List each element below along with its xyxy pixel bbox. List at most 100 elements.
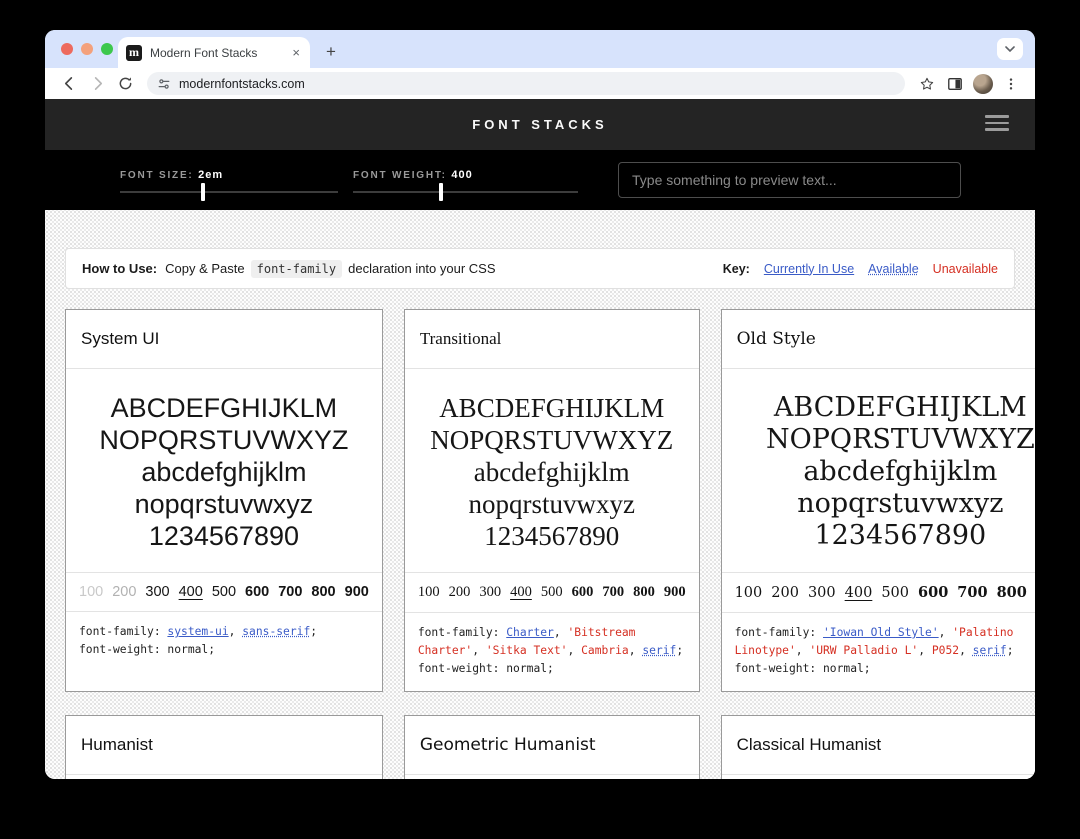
font-link-in-use[interactable]: system-ui	[167, 625, 228, 638]
css-declaration: font-family: 'Iowan Old Style', 'Palatin…	[721, 612, 1035, 691]
forward-icon	[94, 77, 102, 90]
font-weight-slider-thumb[interactable]	[438, 183, 443, 201]
key-item-unavailable[interactable]: Unavailable	[933, 262, 998, 276]
css-text: ,	[938, 626, 953, 639]
css-declaration: font-family: system-ui, sans-serif; font-…	[66, 611, 382, 672]
css-text: ,	[567, 644, 582, 658]
weight-100: 100	[734, 585, 763, 601]
how-to-use-post: declaration into your CSS	[348, 261, 496, 276]
card-title: Geometric Humanist	[404, 716, 699, 776]
font-weight-slider[interactable]	[353, 183, 578, 201]
key-item-available[interactable]: Available	[868, 262, 919, 276]
weight-500: 500	[881, 585, 910, 601]
font-cards-grid: System UI ABCDEFGHIJKLM NOPQRSTUVWXYZ abcde…	[65, 309, 1035, 779]
weight-100: 100	[417, 584, 440, 600]
css-text: ,	[795, 644, 810, 658]
font-size-slider-thumb[interactable]	[200, 183, 205, 201]
chevron-down-icon	[1005, 46, 1015, 52]
card-title: Old Style	[721, 310, 1035, 369]
weight-300: 300	[807, 585, 836, 601]
weight-400: 400	[844, 585, 873, 601]
weight-800: 800	[311, 584, 336, 600]
weight-500: 500	[540, 584, 563, 600]
font-card-old-style: Old Style ABCDEFGHIJKLM NOPQRSTUVWXYZ abcde…	[720, 309, 1035, 693]
tab-title: Modern Font Stacks	[150, 45, 258, 60]
bookmark-button[interactable]	[915, 72, 939, 96]
refresh-button[interactable]	[113, 72, 137, 96]
font-link-available[interactable]: sans-serif	[242, 625, 310, 638]
profile-button[interactable]	[971, 72, 995, 96]
back-icon	[64, 77, 72, 90]
font-size-label-text: FONT SIZE:	[120, 170, 194, 181]
close-tab-icon[interactable]: ×	[290, 45, 302, 60]
weight-scale: 100200300400500600700800900	[721, 572, 1035, 612]
refresh-icon	[119, 77, 131, 90]
font-card-transitional: Transitional ABCDEFGHIJKLM NOPQRSTUVWXYZ ab…	[403, 309, 700, 693]
minimize-window-button[interactable]	[81, 43, 93, 55]
alphabet-preview: ABCDEFGHIJKLM NOPQRSTUVWXYZ abcdefghijklm n…	[766, 392, 1035, 551]
new-tab-button[interactable]: +	[318, 39, 344, 65]
page-content: How to Use: Copy & Paste font-family dec…	[45, 210, 1035, 779]
kebab-menu-icon	[1009, 77, 1013, 90]
css-font-weight: font-weight: normal;	[417, 662, 554, 676]
font-weight-label-text: FONT WEIGHT:	[353, 170, 447, 181]
browser-window: m Modern Font Stacks × + modernfontstack…	[45, 30, 1035, 779]
font-card-geometric-humanist: Geometric Humanist	[403, 715, 700, 779]
card-title: Humanist	[66, 716, 382, 776]
how-to-use-pre: Copy & Paste	[165, 261, 245, 276]
tab-search-button[interactable]	[997, 38, 1023, 60]
font-link-available[interactable]: serif	[973, 644, 1007, 657]
css-text: font-family:	[417, 626, 507, 639]
css-text: ,	[553, 626, 568, 639]
alphabet-preview: ABCDEFGHIJKLM NOPQRSTUVWXYZ abcdefghijklm n…	[430, 393, 674, 551]
font-link-unavailable[interactable]: P052	[932, 644, 959, 657]
maximize-window-button[interactable]	[101, 43, 113, 55]
legend-key: Key: Currently In Use Available Unavailabl…	[723, 262, 998, 276]
font-link-in-use[interactable]: Charter	[506, 626, 554, 639]
key-label: Key:	[722, 261, 750, 276]
side-panel-button[interactable]	[943, 72, 967, 96]
weight-scale: 100200300400500600700800900	[404, 572, 699, 612]
font-link-available[interactable]: serif	[642, 644, 676, 657]
weight-scale: 100200300400500600700800900	[66, 572, 382, 611]
weight-900: 900	[663, 584, 686, 600]
weight-700: 700	[278, 584, 303, 600]
font-size-control: FONT SIZE: 2em	[120, 167, 338, 201]
url-toolbar: modernfontstacks.com	[45, 68, 1035, 99]
weight-400: 400	[178, 584, 203, 600]
font-card-classical-humanist: Classical Humanist	[720, 715, 1035, 779]
font-weight-value: 400	[451, 169, 473, 181]
font-size-value: 2em	[198, 169, 224, 181]
back-button[interactable]	[57, 72, 81, 96]
weight-900: 900	[344, 584, 369, 600]
key-item-in-use[interactable]: Currently In Use	[764, 262, 854, 276]
weight-500: 500	[211, 584, 237, 600]
font-link-in-use[interactable]: 'Iowan Old Style'	[823, 626, 939, 639]
browser-menu-button[interactable]	[999, 72, 1023, 96]
font-link-unavailable[interactable]: 'URW Palladio L'	[809, 644, 918, 657]
hamburger-menu-icon[interactable]	[985, 115, 1009, 131]
weight-200: 200	[112, 584, 137, 600]
font-link-unavailable[interactable]: 'Sitka Text'	[486, 644, 568, 657]
weight-800: 800	[996, 584, 1027, 601]
forward-button[interactable]	[85, 72, 109, 96]
weight-600: 600	[245, 584, 270, 600]
font-weight-control: FONT WEIGHT: 400	[353, 167, 578, 201]
font-size-slider[interactable]	[120, 183, 338, 201]
close-window-button[interactable]	[61, 43, 73, 55]
card-title: Classical Humanist	[721, 716, 1035, 776]
side-panel-icon	[948, 77, 962, 90]
css-text: font-family:	[79, 625, 168, 638]
card-title: Transitional	[404, 310, 699, 369]
browser-tab[interactable]: m Modern Font Stacks ×	[118, 37, 310, 68]
css-text: ,	[628, 644, 643, 658]
address-bar[interactable]: modernfontstacks.com	[147, 72, 905, 95]
preview-text-input[interactable]	[618, 162, 961, 198]
site-settings-icon	[158, 78, 170, 89]
weight-200: 200	[771, 585, 799, 601]
weight-800: 800	[633, 584, 655, 600]
tab-strip: m Modern Font Stacks × +	[45, 30, 1035, 68]
weight-200: 200	[448, 584, 471, 600]
font-link-unavailable[interactable]: Cambria	[581, 644, 629, 657]
weight-600: 600	[571, 584, 594, 600]
